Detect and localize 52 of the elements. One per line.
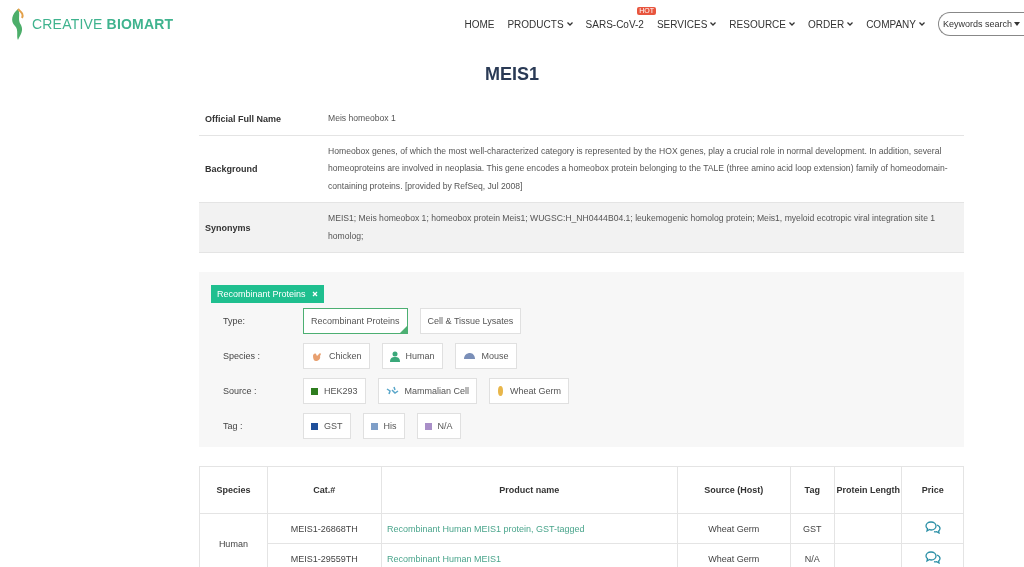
filter-label: Tag : xyxy=(222,421,244,431)
person-icon xyxy=(389,350,400,362)
nav-link[interactable]: COMPANY xyxy=(866,18,925,30)
info-value: Homeobox genes, of which the most well-characterized category is represented by the HOX genes, play a crucial role in normal development. In addition, several homeoproteins are involved in neoplasia. This gene encodes a homeobox protein belonging to the TALE (three amino acid loop extension) family of homeodomain-containing proteins. [provided by RefSeq, Jul 2008] xyxy=(328,144,949,193)
column-header: Product name xyxy=(381,466,678,514)
column-header: Source (Host) xyxy=(677,466,791,514)
filter-option[interactable]: His xyxy=(362,413,405,439)
nav-link[interactable]: RESOURCE xyxy=(729,18,795,30)
wheat-icon xyxy=(497,384,505,398)
table-cell: Wheat Germ xyxy=(677,513,791,544)
column-header: Protein Length xyxy=(834,466,902,514)
filter-label: Species : xyxy=(222,351,262,361)
column-header: Cat.# xyxy=(267,466,382,514)
filter-option[interactable]: Wheat Germ xyxy=(489,378,570,404)
filter-option[interactable]: Human xyxy=(381,343,443,369)
column-header: Price xyxy=(901,466,964,514)
table-cell: GST xyxy=(790,513,835,544)
filter-option[interactable]: Mammalian Cell xyxy=(377,378,478,404)
filter-option[interactable]: Recombinant Proteins xyxy=(303,308,408,334)
table-cell: MEIS1-26868TH xyxy=(267,513,382,544)
check-corner-icon xyxy=(399,326,407,333)
filter-option[interactable]: Cell & Tissue Lysates xyxy=(419,308,522,334)
column-header: Species xyxy=(199,466,268,514)
nav-link[interactable]: PRODUCTS xyxy=(507,18,573,30)
logo-text: BIOMART xyxy=(106,16,174,32)
filter-label: Type: xyxy=(222,316,246,326)
info-label: Official Full Name xyxy=(204,113,283,124)
cell-icon xyxy=(385,386,399,396)
filter-option[interactable]: HEK293 xyxy=(303,378,366,404)
table-cell: Human xyxy=(199,513,268,567)
caret-icon xyxy=(1014,22,1020,26)
filter-label: Source : xyxy=(222,386,258,396)
info-value: Meis homeobox 1 xyxy=(328,112,397,125)
page-title: MEIS1 xyxy=(484,64,540,85)
info-value: MEIS1; Meis homeobox 1; homeobox protein Meis1; WUGSC:H_NH0444B04.1; leukemogenic homolog protein; Meis1, myeloid ecotropic viral integration site 1 homolog; xyxy=(328,212,937,243)
logo-text: CREATIVE xyxy=(32,16,103,32)
nav-link[interactable]: ORDER xyxy=(808,18,854,30)
nav-link[interactable]: SERVICES xyxy=(656,18,717,30)
filter-option[interactable]: GST xyxy=(303,413,351,439)
filter-option[interactable]: Chicken xyxy=(303,343,370,369)
column-header: Tag xyxy=(790,466,835,514)
nav-link[interactable]: HOME xyxy=(464,18,495,30)
filter-option[interactable]: Mouse xyxy=(454,343,517,369)
chicken-icon xyxy=(311,350,323,362)
nav-link[interactable]: SARS-CoV-2 xyxy=(585,18,644,30)
info-label: Background xyxy=(204,163,259,174)
chat-icon[interactable] xyxy=(924,521,941,534)
close-icon[interactable] xyxy=(311,291,318,297)
mouse-icon xyxy=(462,352,476,360)
filter-option[interactable]: N/A xyxy=(416,413,461,439)
chat-icon[interactable] xyxy=(924,551,941,564)
info-label: Synonyms xyxy=(204,222,252,233)
